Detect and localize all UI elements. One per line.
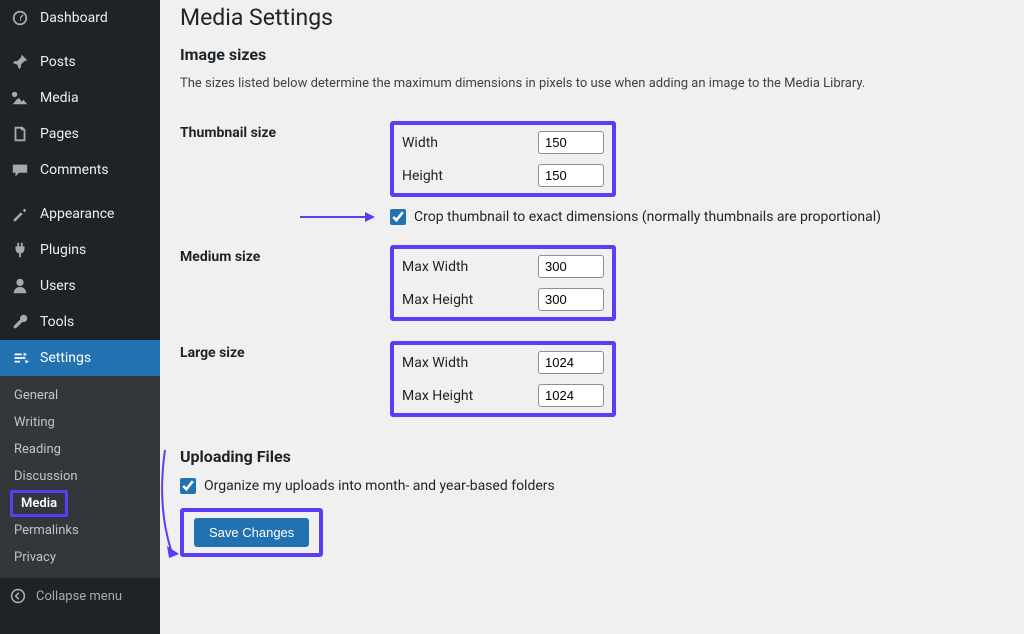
- sidebar-item-label: Posts: [40, 54, 76, 70]
- submenu-item-privacy[interactable]: Privacy: [0, 544, 160, 571]
- uploading-files-heading: Uploading Files: [180, 447, 1004, 466]
- submenu-item-reading[interactable]: Reading: [0, 436, 160, 463]
- large-max-height-input[interactable]: [538, 384, 604, 407]
- sidebar-item-settings[interactable]: Settings: [0, 340, 160, 376]
- sidebar-item-media[interactable]: Media: [0, 80, 160, 116]
- sidebar-item-label: Appearance: [40, 206, 114, 222]
- medium-heading: Medium size: [180, 235, 380, 331]
- dashboard-icon: [10, 8, 30, 28]
- submenu-item-permalinks[interactable]: Permalinks: [0, 517, 160, 544]
- large-max-width-input[interactable]: [538, 351, 604, 374]
- thumbnail-height-input[interactable]: [538, 164, 604, 187]
- plugins-icon: [10, 240, 30, 260]
- sidebar-item-posts[interactable]: Posts: [0, 44, 160, 80]
- submenu-item-discussion[interactable]: Discussion: [0, 463, 160, 490]
- sidebar-item-pages[interactable]: Pages: [0, 116, 160, 152]
- thumbnail-height-label: Height: [402, 168, 522, 184]
- sidebar-item-dashboard[interactable]: Dashboard: [0, 0, 160, 36]
- collapse-menu-button[interactable]: Collapse menu: [0, 577, 160, 614]
- sidebar-item-label: Plugins: [40, 242, 86, 258]
- sidebar-item-label: Media: [40, 90, 79, 106]
- medium-max-height-input[interactable]: [538, 288, 604, 311]
- medium-max-width-input[interactable]: [538, 255, 604, 278]
- collapse-icon: [10, 588, 26, 604]
- medium-max-height-label: Max Height: [402, 292, 522, 308]
- page-title: Media Settings: [180, 4, 1004, 31]
- organize-uploads-checkbox[interactable]: [180, 478, 196, 494]
- thumbnail-heading: Thumbnail size: [180, 111, 380, 235]
- sidebar-item-tools[interactable]: Tools: [0, 304, 160, 340]
- sidebar-item-label: Settings: [40, 350, 91, 366]
- image-sizes-description: The sizes listed below determine the max…: [180, 76, 1004, 91]
- thumbnail-width-label: Width: [402, 135, 522, 151]
- large-max-height-label: Max Height: [402, 388, 522, 404]
- large-max-width-label: Max Width: [402, 355, 522, 371]
- medium-max-width-label: Max Width: [402, 259, 522, 275]
- appearance-icon: [10, 204, 30, 224]
- organize-uploads-label: Organize my uploads into month- and year…: [204, 478, 555, 494]
- sidebar-item-plugins[interactable]: Plugins: [0, 232, 160, 268]
- sidebar-item-label: Dashboard: [40, 10, 108, 26]
- crop-thumbnail-checkbox[interactable]: [390, 209, 406, 225]
- admin-sidebar: Dashboard Posts Media Pages Comments: [0, 0, 160, 634]
- large-heading: Large size: [180, 331, 380, 427]
- thumbnail-width-input[interactable]: [538, 131, 604, 154]
- main-content: Media Settings Image sizes The sizes lis…: [160, 0, 1024, 634]
- users-icon: [10, 276, 30, 296]
- sidebar-item-label: Tools: [40, 314, 74, 330]
- save-changes-button[interactable]: Save Changes: [194, 518, 309, 547]
- submenu-item-writing[interactable]: Writing: [0, 409, 160, 436]
- sidebar-item-label: Users: [40, 278, 76, 294]
- media-icon: [10, 88, 30, 108]
- pages-icon: [10, 124, 30, 144]
- submenu-item-general[interactable]: General: [0, 382, 160, 409]
- pin-icon: [10, 52, 30, 72]
- settings-submenu: General Writing Reading Discussion Media…: [0, 376, 160, 577]
- comments-icon: [10, 160, 30, 180]
- sidebar-item-appearance[interactable]: Appearance: [0, 196, 160, 232]
- collapse-label: Collapse menu: [36, 589, 122, 604]
- settings-icon: [10, 348, 30, 368]
- tools-icon: [10, 312, 30, 332]
- sidebar-item-label: Comments: [40, 162, 109, 178]
- submenu-item-media[interactable]: Media: [10, 490, 68, 517]
- crop-thumbnail-label: Crop thumbnail to exact dimensions (norm…: [414, 209, 881, 225]
- sidebar-item-label: Pages: [40, 126, 79, 142]
- section-image-sizes: Image sizes: [180, 45, 1004, 64]
- sidebar-item-comments[interactable]: Comments: [0, 152, 160, 188]
- sidebar-item-users[interactable]: Users: [0, 268, 160, 304]
